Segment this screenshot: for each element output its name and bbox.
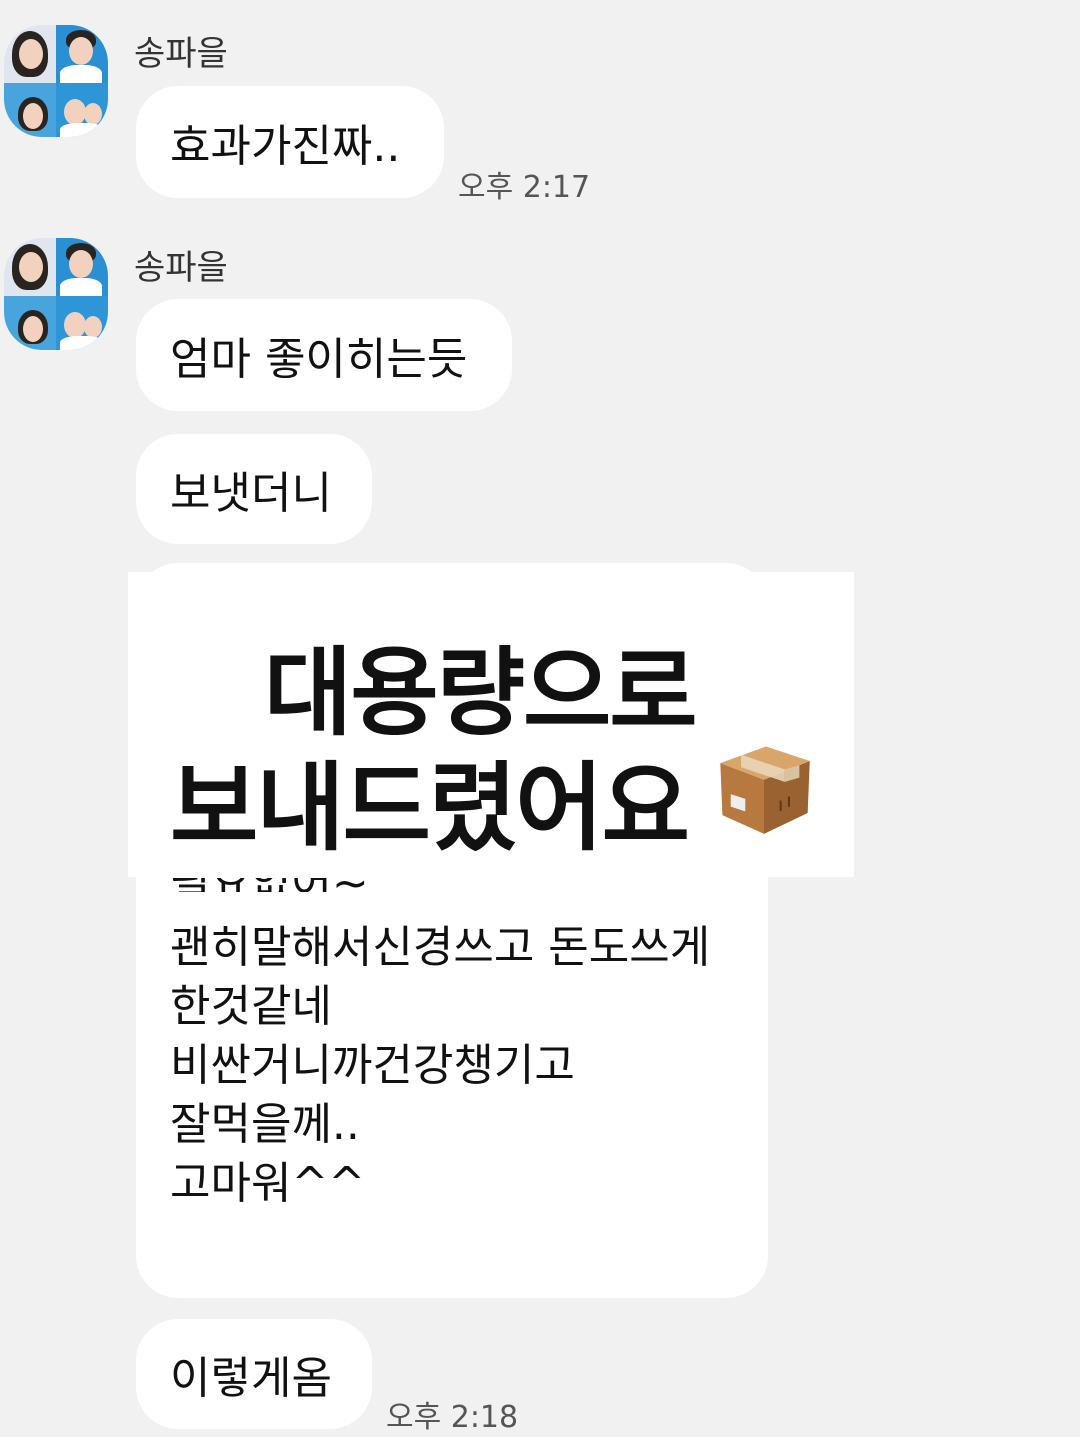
- message-timestamp: 오후 2:17: [458, 170, 591, 205]
- message-text: 엄마 좋이히는듯: [170, 334, 468, 385]
- avatar-photo-cell: [56, 296, 108, 350]
- avatar-photo-cell: [4, 83, 56, 137]
- message-line: 고마워^^: [170, 1158, 366, 1209]
- message-bubble[interactable]: 이렇게옴: [136, 1319, 372, 1429]
- avatar-photo-cell: [56, 83, 108, 137]
- message-bubble[interactable]: 엄마 좋이히는듯: [136, 299, 512, 411]
- message-line: 비싼거니까건강챙기고: [170, 1040, 575, 1091]
- message-text: 보냇더니: [170, 468, 332, 519]
- avatar-photo-cell: [56, 238, 108, 296]
- sender-name: 송파을: [134, 34, 228, 74]
- overlay-caption-line: 보내드렸어요: [170, 752, 690, 864]
- message-timestamp: 오후 2:18: [386, 1400, 519, 1435]
- package-icon: [720, 746, 810, 834]
- long-message-text: 괜히말해서신경쓰고 돈도쓰게 한것같네 비싼거니까건강챙기고 잘먹을께.. 고마…: [170, 918, 710, 1213]
- sender-avatar[interactable]: [4, 25, 108, 137]
- avatar-photo-cell: [4, 296, 56, 350]
- message-text: 이렇게옴: [170, 1353, 332, 1404]
- message-line: 한것같네: [170, 981, 332, 1032]
- message-bubble[interactable]: 효과가진짜..: [136, 86, 444, 198]
- message-line: 괜히말해서신경쓰고 돈도쓰게: [170, 922, 711, 973]
- avatar-photo-cell: [4, 238, 56, 296]
- message-line: 잘먹을께..: [170, 1099, 360, 1150]
- avatar-photo-cell: [56, 25, 108, 83]
- partially-hidden-text: 필요없어~: [170, 878, 370, 892]
- message-bubble[interactable]: 보냇더니: [136, 434, 372, 544]
- sender-avatar[interactable]: [4, 238, 108, 350]
- message-text: 효과가진짜..: [170, 121, 401, 172]
- sender-name: 송파을: [134, 248, 228, 288]
- avatar-photo-cell: [4, 25, 56, 83]
